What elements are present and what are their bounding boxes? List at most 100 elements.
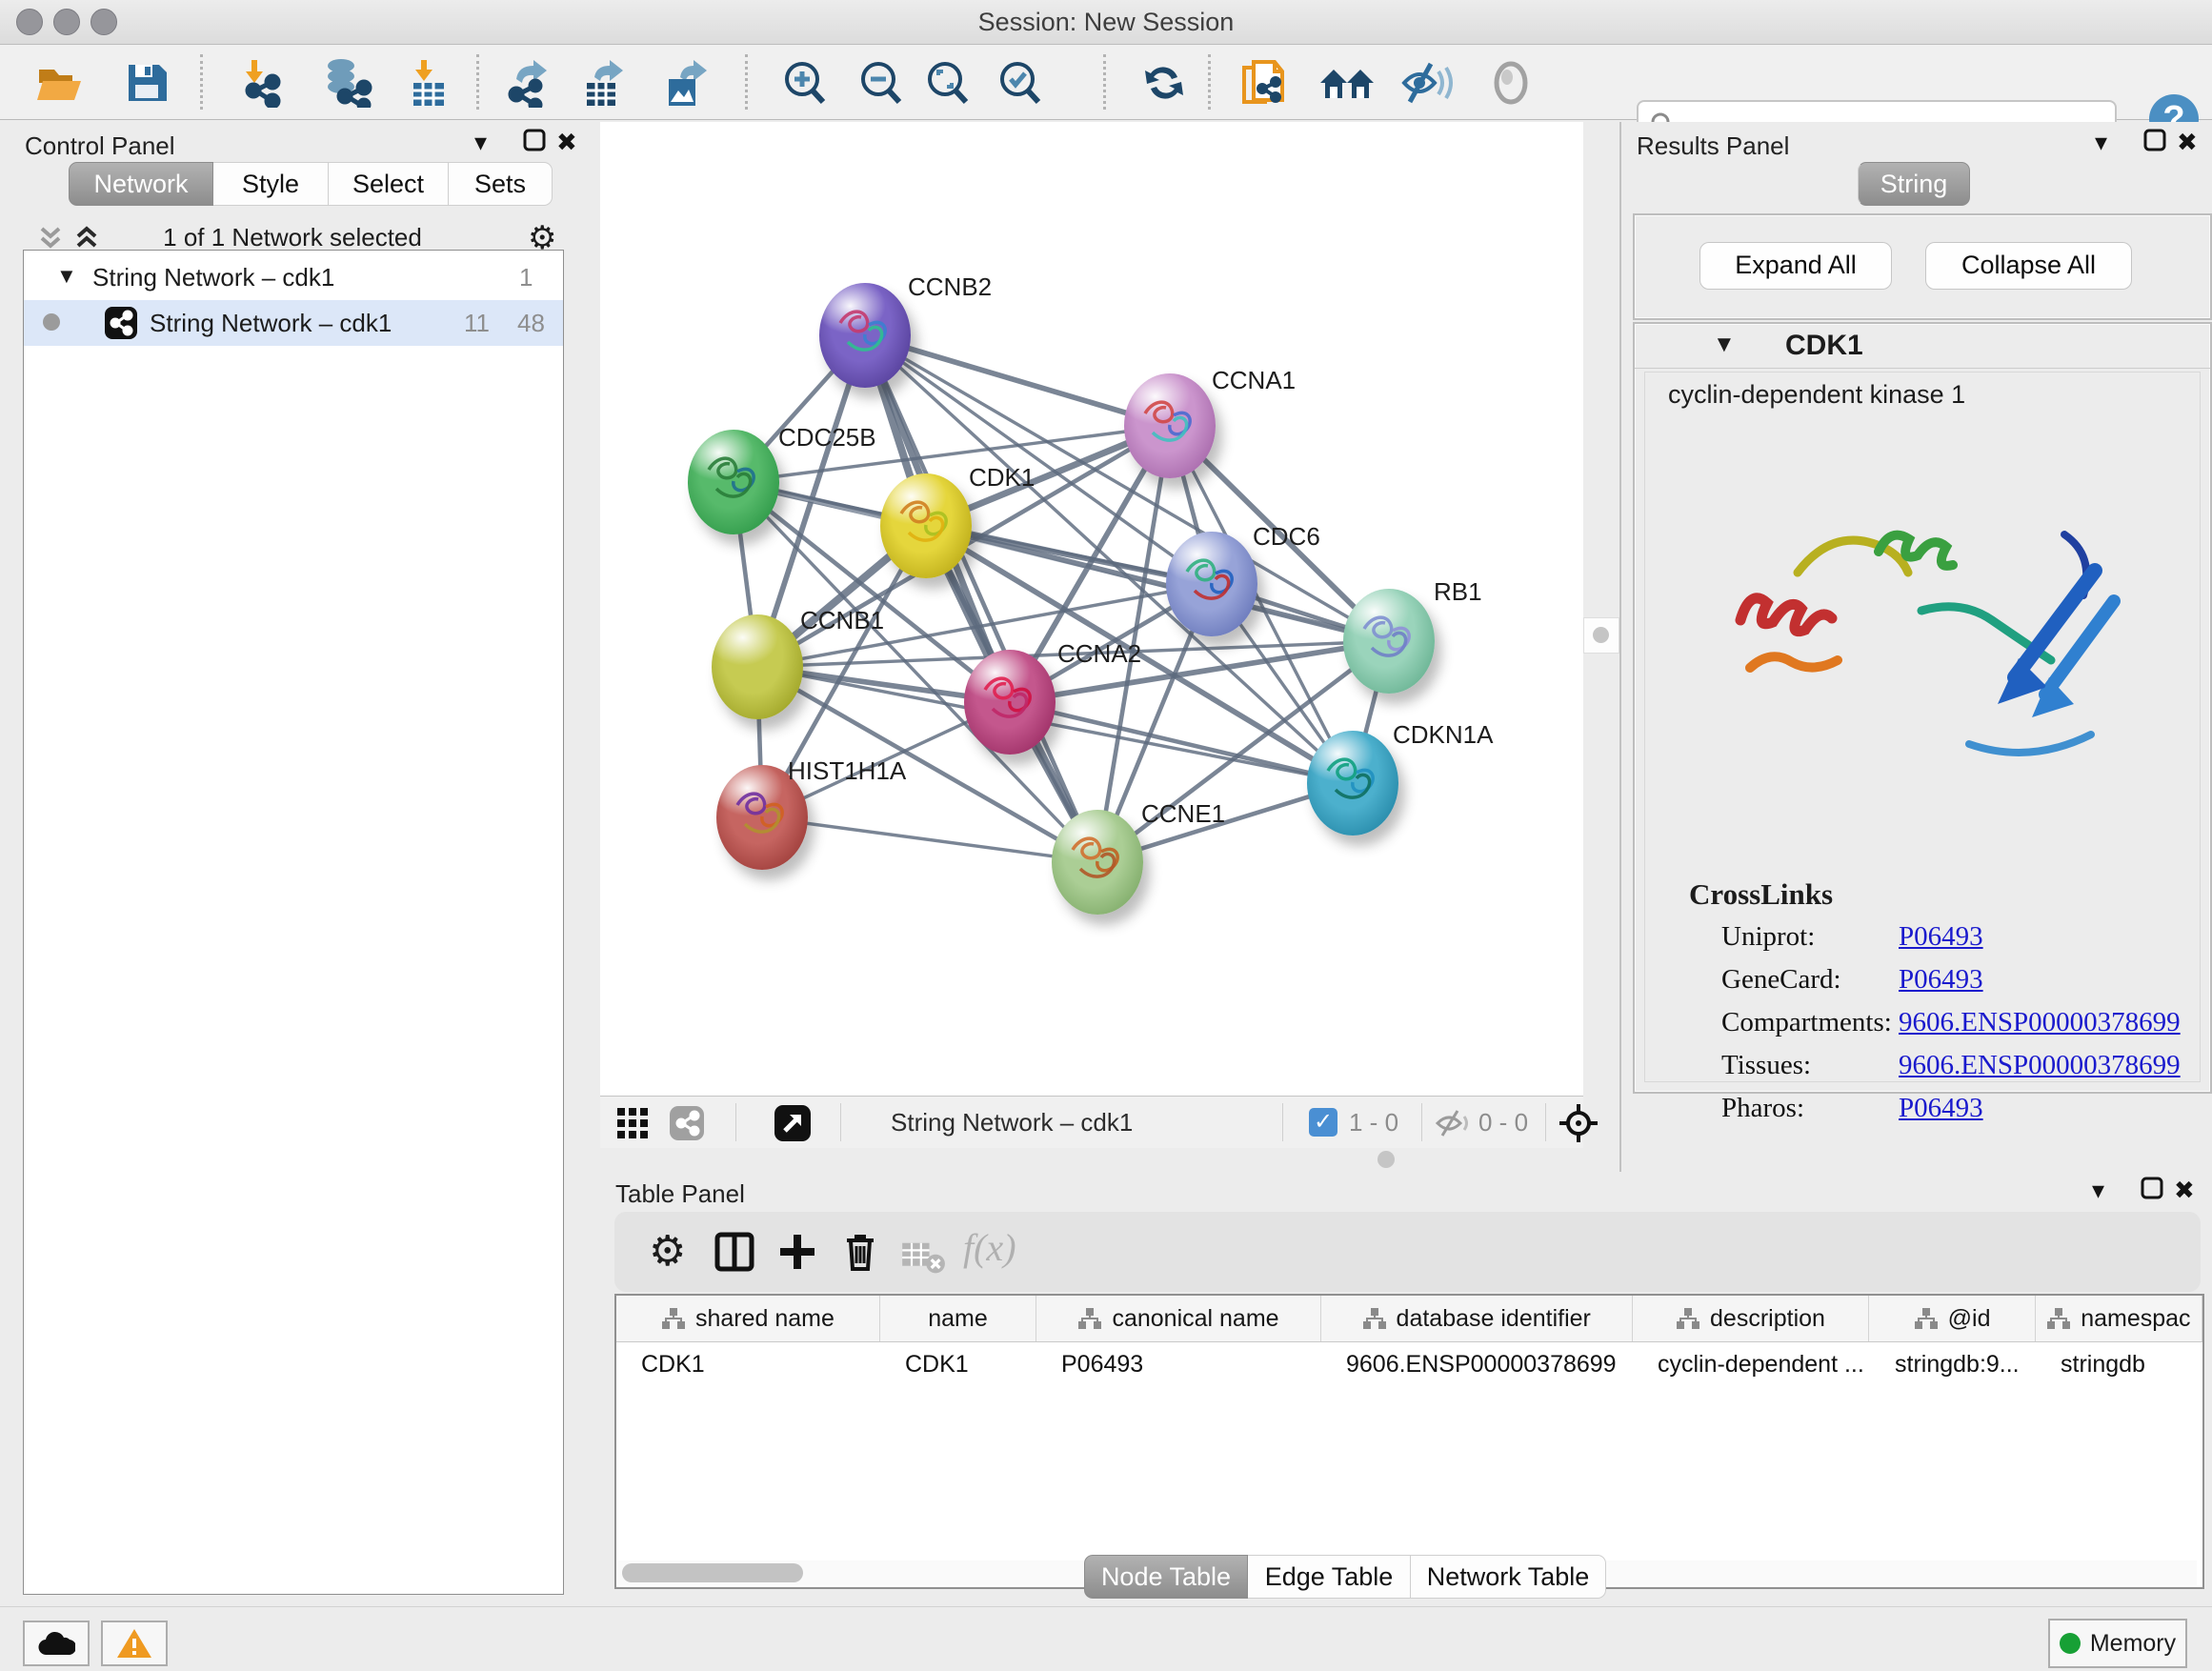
cloud-button[interactable] xyxy=(23,1621,90,1666)
cell-@id[interactable]: stringdb:9... xyxy=(1870,1341,2036,1387)
export-network-icon[interactable] xyxy=(503,58,553,108)
hide-unhide-icon[interactable] xyxy=(1398,58,1448,108)
open-session-icon[interactable] xyxy=(34,58,84,108)
float-panel-icon[interactable]: ▾ xyxy=(474,128,487,157)
tree-expander-icon[interactable]: ▼ xyxy=(56,264,77,289)
tab-style[interactable]: Style xyxy=(213,162,329,206)
undock-panel-icon[interactable] xyxy=(2142,128,2167,159)
cell-database-identifier[interactable]: 9606.ENSP00000378699 xyxy=(1321,1341,1633,1387)
birdseye-view-icon[interactable] xyxy=(774,1104,812,1142)
memory-status-icon xyxy=(2060,1633,2081,1654)
show-eye-icon[interactable] xyxy=(1486,58,1536,108)
function-builder-icon-disabled: f(x) xyxy=(963,1225,1068,1271)
node-label-CCNA1: CCNA1 xyxy=(1212,366,1296,395)
zoom-out-icon[interactable] xyxy=(855,58,905,108)
node-structure-image xyxy=(1052,810,1143,915)
import-table-icon[interactable] xyxy=(404,58,453,108)
collapse-gene-icon[interactable]: ▼ xyxy=(1713,332,1736,358)
node-RB1[interactable] xyxy=(1343,589,1435,694)
expand-all-tree-icon[interactable] xyxy=(36,225,65,252)
column-header-canonical-name[interactable]: canonical name xyxy=(1036,1296,1321,1341)
node-CDC25B[interactable] xyxy=(688,430,779,534)
crosslink-value-GeneCard[interactable]: P06493 xyxy=(1899,964,1983,996)
delete-column-icon[interactable] xyxy=(837,1229,883,1275)
home-networks-icon[interactable] xyxy=(1317,58,1366,108)
tab-string[interactable]: String xyxy=(1858,162,1970,206)
gene-symbol: CDK1 xyxy=(1785,330,1863,362)
column-header-database-identifier[interactable]: database identifier xyxy=(1321,1296,1633,1341)
edge-CCNA2-CDKN1A[interactable] xyxy=(1010,702,1353,783)
float-panel-icon[interactable]: ▾ xyxy=(2095,128,2107,157)
float-panel-icon[interactable]: ▾ xyxy=(2092,1176,2104,1205)
grid-view-icon[interactable] xyxy=(617,1108,648,1138)
cell-description[interactable]: cyclin-dependent ... xyxy=(1633,1341,1870,1387)
clone-network-icon[interactable] xyxy=(1238,58,1288,108)
cell-name[interactable]: CDK1 xyxy=(880,1341,1036,1387)
close-panel-icon[interactable]: ✖ xyxy=(556,128,577,157)
network-row-selected[interactable]: String Network – cdk1 11 48 xyxy=(24,300,563,346)
column-header-namespac[interactable]: namespac xyxy=(2036,1296,2202,1341)
export-image-icon[interactable] xyxy=(661,58,711,108)
column-header-shared-name[interactable]: shared name xyxy=(616,1296,880,1341)
cell-canonical-name[interactable]: P06493 xyxy=(1036,1341,1321,1387)
column-header-@id[interactable]: @id xyxy=(1869,1296,2035,1341)
table-options-gear-icon[interactable]: ⚙ xyxy=(649,1229,694,1275)
collapse-all-button[interactable]: Collapse All xyxy=(1925,242,2132,290)
tab-network-table[interactable]: Network Table xyxy=(1411,1555,1606,1599)
crosslink-value-Pharos[interactable]: P06493 xyxy=(1899,1093,1983,1124)
node-CDK1[interactable] xyxy=(880,473,972,578)
column-header-name[interactable]: name xyxy=(880,1296,1036,1341)
memory-label: Memory xyxy=(2090,1630,2176,1658)
close-panel-icon[interactable]: ✖ xyxy=(2177,128,2198,157)
import-network-file-icon[interactable] xyxy=(236,58,286,108)
column-header-description[interactable]: description xyxy=(1633,1296,1870,1341)
table-toolbar: ⚙ f(x) xyxy=(614,1212,2201,1292)
zoom-fit-icon[interactable] xyxy=(922,58,972,108)
network-canvas[interactable]: CCNB2CCNA1CDC25BCDK1CDC6RB1CCNB1CCNA2CDK… xyxy=(600,122,1583,1096)
cell-namespac[interactable]: stringdb xyxy=(2036,1341,2202,1387)
add-column-icon[interactable] xyxy=(774,1229,820,1275)
tab-network[interactable]: Network xyxy=(69,162,213,206)
network-collection-row[interactable]: ▼ String Network – cdk1 1 xyxy=(24,254,563,300)
import-network-database-icon[interactable] xyxy=(318,58,368,108)
zoom-selected-icon[interactable] xyxy=(995,58,1044,108)
show-columns-icon[interactable] xyxy=(712,1229,757,1275)
close-panel-icon[interactable]: ✖ xyxy=(2174,1176,2195,1205)
node-CCNB1[interactable] xyxy=(712,614,803,719)
column-label: shared name xyxy=(695,1305,835,1333)
network-icon-gray[interactable] xyxy=(669,1105,705,1141)
cell-shared-name[interactable]: CDK1 xyxy=(616,1341,880,1387)
results-panel-tabs: String xyxy=(1858,162,1970,206)
crosslink-value-Uniprot[interactable]: P06493 xyxy=(1899,921,1983,953)
crosslink-value-Tissues[interactable]: 9606.ENSP00000378699 xyxy=(1899,1050,2181,1081)
edge-HIST1H1A-CCNE1[interactable] xyxy=(762,817,1097,862)
horizontal-splitter-handle[interactable] xyxy=(1377,1151,1395,1168)
tab-sets[interactable]: Sets xyxy=(449,162,553,206)
refresh-icon[interactable] xyxy=(1139,58,1189,108)
collapse-all-tree-icon[interactable] xyxy=(72,225,101,252)
export-table-icon[interactable] xyxy=(579,58,629,108)
vertical-splitter-handle[interactable] xyxy=(1583,617,1619,654)
save-session-icon[interactable] xyxy=(122,58,171,108)
scrollbar-thumb[interactable] xyxy=(622,1563,803,1582)
node-CDC6[interactable] xyxy=(1166,532,1257,636)
node-CCNA1[interactable] xyxy=(1124,373,1216,478)
tab-node-table[interactable]: Node Table xyxy=(1084,1555,1248,1599)
node-CCNB2[interactable] xyxy=(819,283,911,388)
undock-panel-icon[interactable] xyxy=(522,128,547,159)
expand-all-button[interactable]: Expand All xyxy=(1699,242,1892,290)
node-CDKN1A[interactable] xyxy=(1307,731,1398,836)
gene-header[interactable]: ▼ CDK1 xyxy=(1635,324,2210,369)
tab-edge-table[interactable]: Edge Table xyxy=(1248,1555,1411,1599)
memory-button[interactable]: Memory xyxy=(2048,1619,2187,1668)
table-row[interactable]: CDK1CDK1P064939606.ENSP00000378699cyclin… xyxy=(616,1341,2202,1387)
zoom-in-icon[interactable] xyxy=(779,58,829,108)
crosslink-value-Compartments[interactable]: 9606.ENSP00000378699 xyxy=(1899,1007,2181,1038)
tab-select[interactable]: Select xyxy=(329,162,449,206)
undock-panel-icon[interactable] xyxy=(2140,1176,2164,1207)
node-CCNA2[interactable] xyxy=(964,650,1056,755)
fit-content-crosshair-icon[interactable] xyxy=(1558,1103,1599,1143)
warnings-button[interactable] xyxy=(101,1621,168,1666)
node-CCNE1[interactable] xyxy=(1052,810,1143,915)
selected-checkbox-icon[interactable]: ✓ xyxy=(1309,1108,1337,1137)
